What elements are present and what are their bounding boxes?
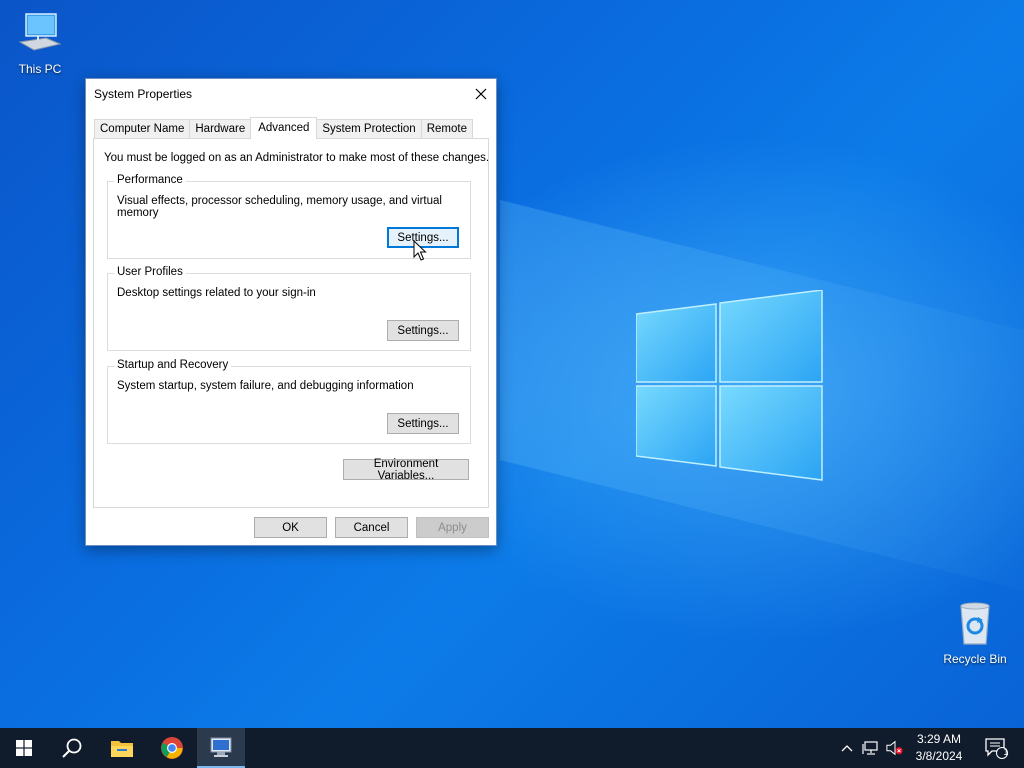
system-properties-icon — [210, 737, 232, 757]
ok-button[interactable]: OK — [254, 517, 327, 538]
clock-date: 3/8/2024 — [915, 749, 963, 763]
tab-strip: Computer Name Hardware Advanced System P… — [94, 117, 473, 139]
windows-logo-wallpaper — [636, 290, 824, 482]
windows-start-icon — [16, 740, 32, 756]
volume-muted-icon — [886, 740, 903, 756]
system-properties-dialog: System Properties Computer Name Hardware… — [85, 78, 497, 546]
taskbar-file-explorer[interactable] — [98, 728, 146, 768]
recycle-bin-icon — [951, 600, 999, 648]
environment-variables-button[interactable]: Environment Variables... — [343, 458, 469, 482]
this-pc-icon — [16, 10, 64, 58]
chrome-icon — [161, 737, 183, 759]
group-description: Desktop settings related to your sign-in — [117, 287, 316, 299]
show-hidden-icons-button[interactable] — [838, 740, 856, 756]
network-icon — [862, 741, 878, 755]
chevron-up-icon — [841, 745, 853, 752]
close-icon — [475, 88, 487, 100]
group-legend: User Profiles — [114, 266, 186, 278]
desktop-icon-recycle-bin[interactable]: Recycle Bin — [935, 600, 1015, 666]
search-button[interactable] — [48, 728, 96, 768]
start-button[interactable] — [0, 728, 48, 768]
group-legend: Startup and Recovery — [114, 359, 232, 371]
notification-count-badge: 1 — [1003, 747, 1009, 757]
desktop-icon-this-pc[interactable]: This PC — [0, 10, 80, 76]
cancel-button[interactable]: Cancel — [335, 517, 408, 538]
user-profiles-settings-button[interactable]: Settings... — [387, 320, 459, 341]
tab-system-protection[interactable]: System Protection — [316, 119, 422, 139]
performance-settings-button[interactable]: Settings... — [387, 227, 459, 248]
search-icon — [62, 738, 82, 758]
clock-time: 3:29 AM — [916, 732, 962, 746]
network-tray-button[interactable] — [862, 740, 880, 756]
taskbar-system-properties[interactable] — [197, 728, 245, 768]
file-explorer-icon — [111, 741, 133, 757]
taskbar-clock[interactable]: 3:29 AM 3/8/2024 — [908, 731, 970, 765]
tab-hardware[interactable]: Hardware — [189, 119, 252, 139]
title-bar[interactable]: System Properties — [86, 79, 496, 109]
group-description: Visual effects, processor scheduling, me… — [117, 195, 442, 219]
tab-remote[interactable]: Remote — [420, 119, 473, 139]
taskbar: 3:29 AM 3/8/2024 1 — [0, 728, 1024, 768]
desktop-icon-label: This PC — [18, 62, 62, 76]
tab-computer-name[interactable]: Computer Name — [94, 119, 191, 139]
tab-advanced[interactable]: Advanced — [250, 117, 318, 139]
apply-button[interactable]: Apply — [416, 517, 489, 538]
close-button[interactable] — [466, 79, 496, 109]
startup-recovery-settings-button[interactable]: Settings... — [387, 413, 459, 434]
desktop-icon-label: Recycle Bin — [943, 652, 1007, 666]
admin-note: You must be logged on as an Administrato… — [104, 152, 490, 164]
volume-tray-button[interactable] — [886, 740, 904, 756]
taskbar-chrome[interactable] — [148, 728, 196, 768]
dialog-title: System Properties — [94, 87, 193, 101]
action-center-button[interactable]: 1 — [978, 728, 1014, 768]
group-description: System startup, system failure, and debu… — [117, 380, 414, 392]
group-legend: Performance — [114, 174, 186, 186]
